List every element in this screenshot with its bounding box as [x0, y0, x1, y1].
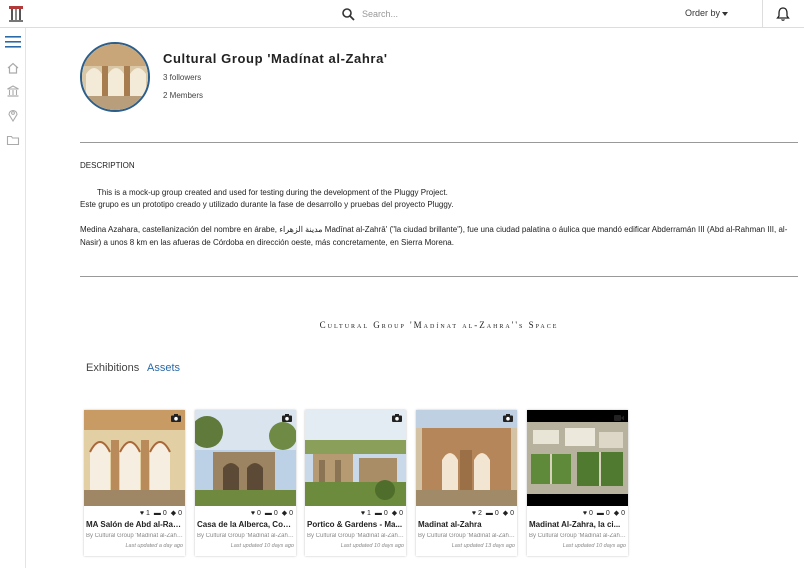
followers-count[interactable]: 3 followers [163, 73, 201, 82]
asset-stats: ♥ 1 ▬ 0 ◆ 0 [359, 509, 403, 517]
group-title: Cultural Group 'Madínat al-Zahra' [163, 51, 388, 66]
tab-assets[interactable]: Assets [147, 362, 180, 374]
menu-icon[interactable] [5, 35, 21, 49]
location-pin-icon[interactable] [6, 108, 20, 122]
likes-count: 1 [145, 510, 150, 517]
asset-card[interactable]: ♥ 1 ▬ 0 ◆ 0 Portico & Gardens - Ma... By Cu… [305, 410, 406, 556]
asset-stats: ♥ 0 ▬ 0 ◆ 0 [249, 509, 293, 517]
asset-thumbnail[interactable] [527, 410, 628, 506]
video-icon [614, 415, 624, 421]
comments-count: 0 [383, 510, 388, 517]
asset-updated: Last updated 10 days ago [230, 543, 294, 549]
asset-author[interactable]: By Cultural Group 'Madínat al-Zahra' [418, 533, 515, 539]
comments-count: 0 [162, 510, 167, 517]
asset-thumbnail[interactable] [84, 410, 185, 506]
shield-icon[interactable]: ◆ [503, 510, 508, 517]
comment-icon[interactable]: ▬ [265, 510, 272, 517]
order-by-label: Order by [685, 8, 721, 18]
description-text-english: This is a mock-up group created and used… [97, 188, 448, 197]
heart-icon[interactable]: ♥ [472, 510, 476, 517]
comments-count: 0 [605, 510, 610, 517]
divider [80, 142, 798, 143]
bell-icon [776, 7, 790, 21]
camera-icon [171, 414, 181, 422]
likes-count: 2 [477, 510, 482, 517]
asset-thumbnail[interactable] [416, 410, 517, 506]
members-count[interactable]: 2 Members [163, 91, 203, 100]
asset-title[interactable]: Madinat al-Zahra [418, 520, 515, 529]
asset-author[interactable]: By Cultural Group 'Madínat al-Zahra' [307, 533, 404, 539]
comments-count: 0 [494, 510, 499, 517]
shield-icon[interactable]: ◆ [614, 510, 619, 517]
comment-icon[interactable]: ▬ [486, 510, 493, 517]
asset-updated: Last updated 13 days ago [451, 543, 515, 549]
heart-icon[interactable]: ♥ [251, 510, 255, 517]
divider [80, 276, 798, 277]
camera-icon [503, 414, 513, 422]
camera-icon [282, 414, 292, 422]
heart-icon[interactable]: ♥ [361, 510, 365, 517]
comment-icon[interactable]: ▬ [154, 510, 161, 517]
asset-card[interactable]: ♥ 0 ▬ 0 ◆ 0 Casa de la Alberca, Con... By C… [195, 410, 296, 556]
asset-stats: ♥ 0 ▬ 0 ◆ 0 [581, 509, 625, 517]
search-input[interactable] [362, 5, 662, 23]
shares-count: 0 [289, 510, 293, 517]
shares-count: 0 [399, 510, 403, 517]
asset-thumbnail[interactable] [305, 410, 406, 506]
asset-card[interactable]: ♥ 0 ▬ 0 ◆ 0 Madinat Al-Zahra, la ci... By C… [527, 410, 628, 556]
shield-icon[interactable]: ◆ [282, 510, 287, 517]
comments-count: 0 [273, 510, 278, 517]
tab-exhibitions[interactable]: Exhibitions [86, 362, 139, 374]
asset-updated: Last updated 10 days ago [562, 543, 626, 549]
asset-stats: ♥ 1 ▬ 0 ◆ 0 [138, 509, 182, 517]
museum-icon[interactable] [6, 84, 20, 98]
heart-icon[interactable]: ♥ [140, 510, 144, 517]
asset-author[interactable]: By Cultural Group 'Madínat al-Zahra' [197, 533, 294, 539]
likes-count: 0 [256, 510, 261, 517]
top-bar: Order by [0, 0, 804, 28]
search-icon[interactable] [341, 7, 355, 21]
home-icon[interactable] [6, 61, 20, 75]
description-text-history: Medina Azahara, castellanización del nom… [80, 225, 788, 247]
folder-icon[interactable] [6, 133, 20, 147]
shares-count: 0 [178, 510, 182, 517]
asset-stats: ♥ 2 ▬ 0 ◆ 0 [470, 509, 514, 517]
group-avatar-image [82, 44, 148, 110]
asset-updated: Last updated a day ago [125, 543, 184, 549]
camera-icon [392, 414, 402, 422]
shield-icon[interactable]: ◆ [171, 510, 176, 517]
sidebar [0, 28, 26, 568]
shares-count: 0 [621, 510, 625, 517]
space-title: Cultural Group 'Madínat al-Zahra''s Spac… [319, 320, 559, 330]
shares-count: 0 [510, 510, 514, 517]
order-by-dropdown[interactable]: Order by [685, 8, 729, 18]
notifications-button[interactable] [762, 0, 804, 28]
heart-icon[interactable]: ♥ [583, 510, 587, 517]
asset-title[interactable]: MA Salón de Abd al-Rahman III [86, 520, 183, 529]
asset-card[interactable]: ♥1 ▬0 ◆0 MA Salón de Abd al-Rahman III B… [84, 410, 185, 556]
caret-down-icon [722, 11, 729, 16]
asset-card[interactable]: ♥ 2 ▬ 0 ◆ 0 Madinat al-Zahra By Cultural Gr… [416, 410, 517, 556]
group-avatar [80, 42, 150, 112]
comment-icon[interactable]: ▬ [597, 510, 604, 517]
asset-author[interactable]: By Cultural Group 'Madínat al-Zahra' [86, 533, 183, 539]
asset-title[interactable]: Casa de la Alberca, Con... [197, 520, 294, 529]
likes-count: 1 [366, 510, 371, 517]
asset-updated: Last updated 10 days ago [340, 543, 404, 549]
comment-icon[interactable]: ▬ [375, 510, 382, 517]
asset-title[interactable]: Portico & Gardens - Ma... [307, 520, 404, 529]
description-heading: DESCRIPTION [80, 161, 135, 170]
asset-title[interactable]: Madinat Al-Zahra, la ci... [529, 520, 626, 529]
shield-icon[interactable]: ◆ [392, 510, 397, 517]
likes-count: 0 [588, 510, 593, 517]
asset-author[interactable]: By Cultural Group 'Madínat al-Zahra' [529, 533, 626, 539]
description-text-spanish: Este grupo es un prototipo creado y util… [80, 200, 454, 209]
pluggy-logo[interactable] [8, 5, 24, 23]
asset-thumbnail[interactable] [195, 410, 296, 506]
